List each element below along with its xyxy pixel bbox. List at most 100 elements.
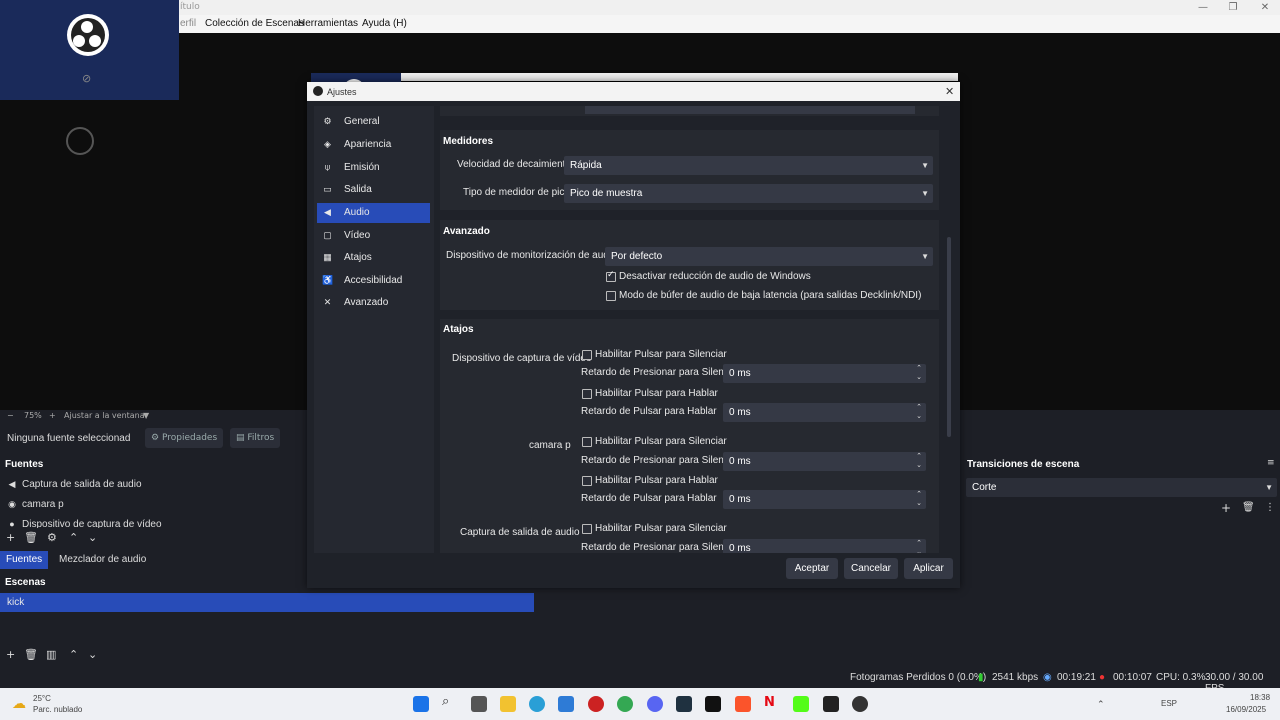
push-to-mute-checkbox[interactable] [582,437,592,447]
sidebar-item-appearance[interactable]: ◈ Apariencia [317,135,430,155]
chevron-down-icon[interactable]: ⌄ [88,531,97,544]
maximize-button[interactable]: ❐ [1218,0,1248,15]
sidebar-item-output[interactable]: ▭ Salida [317,180,430,200]
zoom-in-button[interactable]: + [49,411,56,420]
tiktok-icon[interactable] [705,696,721,712]
clock-time[interactable]: 18:38 [1250,693,1270,702]
source-label: camara p [22,499,64,510]
menu-tools[interactable]: Herramientas [298,18,358,29]
chevron-down-icon[interactable]: ⌄ [916,456,922,475]
chevron-up-icon[interactable]: ⌃ [69,531,78,544]
list-item[interactable]: kick [0,593,534,612]
push-to-mute-checkbox[interactable] [582,524,592,534]
task-view-icon[interactable] [471,696,487,712]
tab-sources[interactable]: Fuentes [0,551,49,569]
push-to-talk-delay-input[interactable]: 0 ms ⌃ ⌄ [723,403,926,422]
add-icon[interactable]: + [6,531,15,544]
chevron-down-icon[interactable]: ⌄ [916,368,922,387]
list-item[interactable]: ◉ camara p [0,496,305,514]
close-window-button[interactable]: ✕ [1250,0,1280,15]
cancel-button[interactable]: Cancelar [844,558,898,579]
apply-button[interactable]: Aplicar [904,558,953,579]
push-to-talk-delay-label: Retardo de Pulsar para Hablar [581,493,717,504]
windows-taskbar: ☁ 25°C Parc. nublado ⌕ N ⌃ ESP 18:38 16/… [0,688,1280,720]
sources-title: Fuentes [5,459,44,470]
properties-button[interactable]: ⚙ Propiedades [145,428,224,448]
signal-icon: ▮ [978,672,984,683]
menu-icon[interactable]: ≡ [1267,458,1275,468]
chevron-up-icon[interactable]: ⌃ [69,648,78,661]
netflix-icon[interactable]: N [764,695,780,711]
sidebar-item-stream[interactable]: ⍦ Emisión [317,158,430,178]
scrollbar[interactable] [947,237,951,437]
peak-meter-select[interactable]: Pico de muestra ▼ [564,184,933,203]
output-icon: ▭ [323,184,332,194]
sidebar-item-general[interactable]: ⚙ General [317,112,430,132]
add-icon[interactable]: + [1221,501,1231,515]
close-icon[interactable]: ✕ [945,85,954,98]
chevron-up-icon[interactable]: ⌃ [1097,699,1105,710]
trash-icon[interactable]: 🗑 [24,531,38,544]
list-item[interactable]: ● Dispositivo de captura de vídeo [0,516,305,528]
menu-help[interactable]: Ayuda (H) [362,18,407,29]
push-to-mute-delay-input[interactable]: 0 ms ⌃ ⌄ [723,364,926,383]
store-icon[interactable] [558,696,574,712]
peak-meter-value: Pico de muestra [570,188,643,199]
push-to-talk-label: Habilitar Pulsar para Hablar [595,475,718,486]
accept-button[interactable]: Aceptar [786,558,838,579]
push-to-mute-delay-input[interactable]: 0 ms ⌃ ⌄ [723,539,926,553]
obs-icon[interactable] [852,696,868,712]
edge-icon[interactable] [529,696,545,712]
tab-audio-mixer[interactable]: Mezclador de audio [53,551,152,569]
trash-icon[interactable]: 🗑 [1242,502,1255,513]
brave-icon[interactable] [735,696,751,712]
windows-start-icon[interactable] [413,696,429,712]
sidebar-item-hotkeys[interactable]: ▦ Atajos [317,248,430,268]
push-to-mute-delay-label: Retardo de Presionar para Silenciar [581,455,740,466]
discord-icon[interactable] [647,696,663,712]
clock-date[interactable]: 16/09/2025 [1226,705,1266,714]
transition-select[interactable]: Corte ▼ [966,478,1277,497]
search-icon[interactable]: ⌕ [442,694,458,710]
low-latency-checkbox[interactable] [606,291,616,301]
chevron-down-icon[interactable]: ▼ [143,411,149,420]
push-to-mute-delay-input[interactable]: 0 ms ⌃ ⌄ [723,452,926,471]
filters-button[interactable]: ▤ Filtros [230,428,281,448]
app-icon[interactable] [588,696,604,712]
minimize-button[interactable]: — [1188,0,1218,15]
antenna-icon: ⍦ [324,162,331,172]
menu-profile[interactable]: erfil [180,18,196,29]
gear-icon[interactable]: ⚙ [47,531,57,544]
push-to-talk-checkbox[interactable] [582,389,592,399]
chevron-down-icon[interactable]: ⌄ [916,543,922,553]
sidebar-item-video[interactable]: ▢ Vídeo [317,226,430,246]
push-to-mute-checkbox[interactable] [582,350,592,360]
more-icon[interactable]: ⋮ [1265,502,1275,513]
filter-icon[interactable]: ▥ [46,648,56,661]
add-icon[interactable]: + [6,648,15,661]
trash-icon[interactable]: 🗑 [24,648,38,661]
decay-select[interactable]: Rápida ▼ [564,156,933,175]
sidebar-item-advanced[interactable]: ✕ Avanzado [317,293,430,313]
list-item[interactable]: ◀ Captura de salida de audio [0,476,305,494]
push-to-talk-checkbox[interactable] [582,476,592,486]
kick-icon[interactable] [793,696,809,712]
settings-content[interactable]: Medidores Velocidad de decaimiento Rápid… [440,106,945,553]
chevron-down-icon[interactable]: ⌄ [916,494,922,513]
push-to-talk-delay-input[interactable]: 0 ms ⌃ ⌄ [723,490,926,509]
menu-scene-collection[interactable]: Colección de Escenas [205,18,304,29]
app-icon[interactable] [676,696,692,712]
monitoring-device-select[interactable]: Por defecto ▼ [605,247,933,266]
chevron-down-icon: ▼ [921,161,929,170]
chevron-down-icon[interactable]: ⌄ [88,648,97,661]
ducking-checkbox[interactable] [606,270,616,282]
sidebar-label: Audio [344,207,370,218]
chevron-down-icon[interactable]: ⌄ [916,407,922,426]
zoom-out-button[interactable]: − [7,411,14,420]
chrome-icon[interactable] [617,696,633,712]
sidebar-item-audio[interactable]: ◀ Audio [317,203,430,223]
sidebar-item-accessibility[interactable]: ♿ Accesibilidad [317,271,430,291]
language-indicator[interactable]: ESP [1161,699,1177,708]
file-explorer-icon[interactable] [500,696,516,712]
epic-games-icon[interactable] [823,696,839,712]
